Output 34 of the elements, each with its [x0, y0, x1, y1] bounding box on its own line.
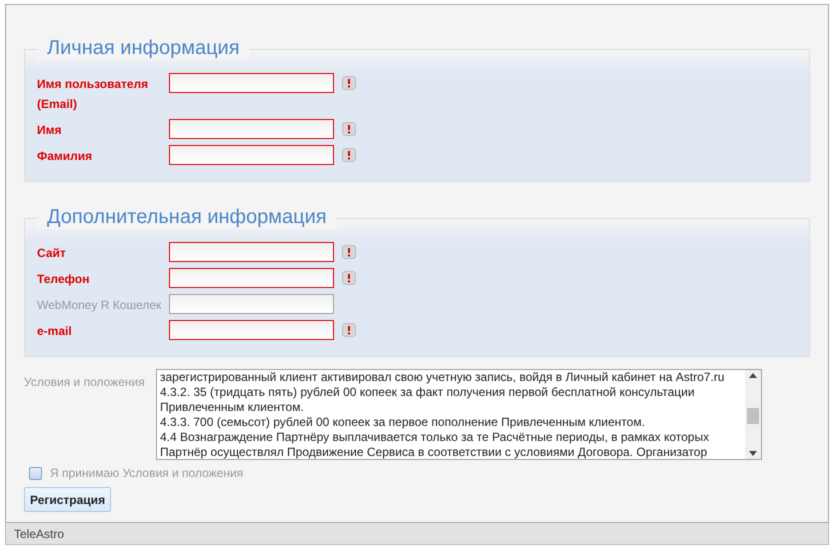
input-field[interactable] — [169, 294, 334, 314]
scroll-up-icon[interactable] — [749, 373, 757, 378]
terms-text: 4.3.2. 35 (тридцать пять) рублей 00 копеек за факт получения первой бесплатной консультации Привлеченным клиентом. — [160, 385, 696, 415]
register-button[interactable]: Регистрация — [24, 487, 112, 512]
error-icon — [342, 323, 356, 337]
input-field[interactable] — [169, 242, 334, 262]
terms-label: Условия и положения — [24, 374, 146, 391]
field-label: Фамилия — [37, 148, 94, 165]
terms-text: 4.4 Вознаграждение Партнёру выплачивается только за те Расчётные периоды, в рамках которых Партнёр осуществлял Продвижение Сервиса в соответствии с условиями Договора. Организатор — [160, 430, 710, 459]
field-label: Имя — [37, 122, 63, 139]
scroll-thumb[interactable] — [747, 408, 759, 424]
error-icon — [342, 245, 356, 259]
input-field[interactable] — [169, 320, 334, 340]
error-icon — [342, 148, 356, 162]
terms-text: зарегистрированный клиент активировал свою учетную запись, войдя в Личный кабинет на Astro7.ru — [160, 370, 726, 385]
error-icon — [342, 76, 356, 90]
input-field[interactable] — [169, 268, 334, 288]
field-label: Телефон — [37, 271, 90, 288]
field-label: e-mail — [37, 323, 73, 340]
field-label: Имя пользователя (Email) — [37, 76, 150, 113]
terms-text: 4.3.3. 700 (семьсот) рублей 00 копеек за первое пополнение Привлеченным клиентом. — [160, 415, 646, 430]
error-icon — [342, 271, 356, 285]
input-field[interactable] — [169, 145, 334, 165]
error-icon — [342, 122, 356, 136]
accept-label: Я принимаю Условия и положения — [50, 465, 244, 482]
field-label: WebMoney R Кошелек — [37, 297, 162, 314]
status-bar: TeleAstro — [5, 523, 829, 545]
input-field[interactable] — [169, 73, 334, 93]
scrollbar[interactable] — [745, 370, 761, 459]
field-label: Сайт — [37, 245, 67, 262]
terms-textarea[interactable] — [156, 369, 762, 460]
accept-checkbox[interactable] — [29, 466, 42, 480]
scroll-down-icon[interactable] — [749, 451, 757, 456]
input-field[interactable] — [169, 119, 334, 139]
